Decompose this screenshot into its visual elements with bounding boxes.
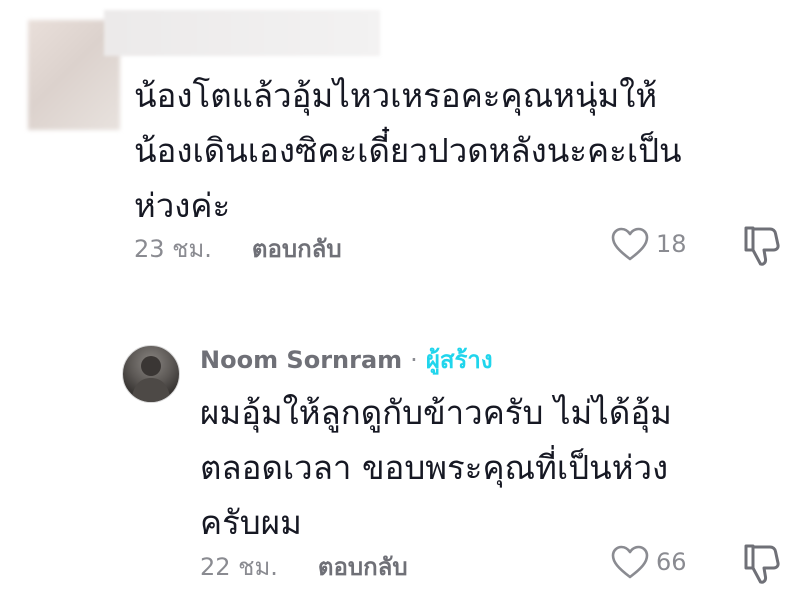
creator-badge: ผู้สร้าง bbox=[425, 346, 493, 374]
reply-text: ผมอุ้มให้ลูกดูกับข้าวครับ ไม่ได้อุ้ม ตลอ… bbox=[200, 393, 672, 542]
comment-timestamp: 23 ชม. bbox=[134, 234, 212, 263]
commenter-name-blurred bbox=[104, 10, 380, 56]
reply-reply-button[interactable]: ตอบกลับ bbox=[318, 547, 408, 586]
reply-author-avatar[interactable] bbox=[122, 345, 180, 403]
header-separator: · bbox=[410, 345, 418, 374]
reply-author-name[interactable]: Noom Sornram bbox=[200, 346, 402, 374]
reply-like-count: 66 bbox=[656, 548, 687, 576]
thumbs-down-icon bbox=[744, 226, 780, 266]
comment-meta: 23 ชม. ตอบกลับ bbox=[134, 228, 342, 268]
person-photo-icon bbox=[131, 356, 171, 402]
comment-like-button[interactable]: 18 bbox=[610, 226, 687, 262]
thumbs-down-icon bbox=[744, 544, 780, 584]
heart-outline-icon bbox=[611, 545, 649, 579]
reply-like-button[interactable]: 66 bbox=[610, 544, 687, 580]
comment-like-count: 18 bbox=[656, 230, 687, 258]
reply-dislike-button[interactable] bbox=[742, 542, 782, 592]
reply-timestamp: 22 ชม. bbox=[200, 552, 278, 581]
comment-dislike-button[interactable] bbox=[742, 224, 782, 274]
reply-meta: 22 ชม. ตอบกลับ bbox=[200, 546, 408, 586]
heart-outline-icon bbox=[611, 227, 649, 261]
comment-text: น้องโตแล้วอุ้มไหวเหรอคะคุณหนุ่มให้ น้องเ… bbox=[134, 76, 682, 225]
reply-header: Noom Sornram · ผู้สร้าง bbox=[200, 340, 493, 379]
comment-reply-button[interactable]: ตอบกลับ bbox=[252, 229, 342, 268]
